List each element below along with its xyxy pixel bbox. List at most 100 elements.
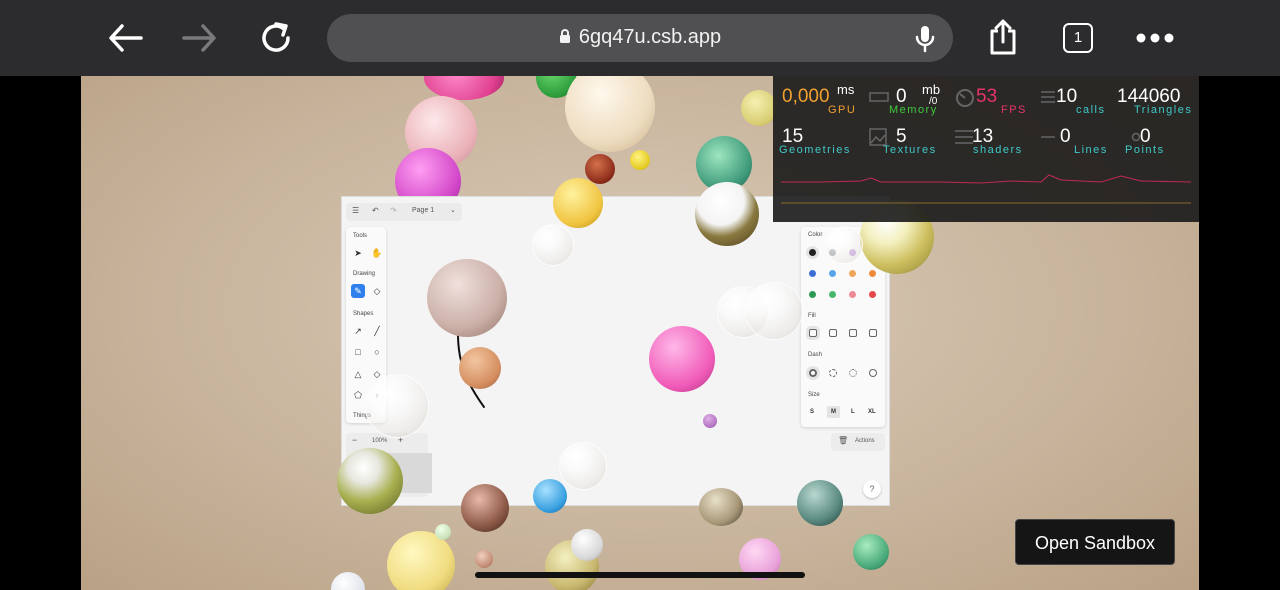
- points-label: Points: [1125, 144, 1165, 156]
- color-swatch[interactable]: [829, 291, 836, 298]
- size-option-m[interactable]: M: [827, 406, 840, 418]
- chevron-down-icon[interactable]: ⌄: [450, 206, 456, 214]
- sphere: [427, 259, 507, 337]
- color-section-label: Color: [808, 232, 823, 238]
- sphere: [630, 150, 650, 170]
- sphere: [331, 572, 365, 590]
- memory-icon: [869, 92, 889, 102]
- fill-pattern-option[interactable]: [869, 329, 877, 337]
- color-swatch[interactable]: [849, 270, 856, 277]
- browser-toolbar: 6gq47u.csb.app 1: [0, 0, 1280, 76]
- color-swatch[interactable]: [849, 291, 856, 298]
- tools-section-label: Tools: [353, 233, 368, 239]
- sphere: [853, 534, 889, 570]
- lines-value: 0: [1060, 126, 1071, 147]
- fill-solid-option[interactable]: [849, 329, 857, 337]
- glass-bubble: [559, 442, 607, 490]
- memory-unit: mb: [922, 82, 941, 97]
- sphere: [649, 326, 715, 392]
- size-section-label: Size: [808, 392, 820, 398]
- size-option-l[interactable]: L: [851, 409, 855, 415]
- size-option-s[interactable]: S: [810, 409, 814, 415]
- fill-section-label: Fill: [808, 313, 816, 319]
- triangles-label: Triangles: [1134, 104, 1193, 116]
- menu-icon[interactable]: ☰: [352, 206, 359, 215]
- hand-tool-icon[interactable]: ✋: [370, 246, 384, 260]
- color-swatch[interactable]: [809, 291, 816, 298]
- sphere: [741, 90, 777, 126]
- sphere: [565, 76, 655, 152]
- fps-gauge-icon: [956, 89, 974, 107]
- actions-button[interactable]: 🗑 Actions: [831, 433, 885, 451]
- tab-switcher-button[interactable]: 1: [1063, 23, 1093, 53]
- color-swatch[interactable]: [869, 270, 876, 277]
- zoom-level[interactable]: 100%: [372, 438, 387, 444]
- reload-button[interactable]: [254, 16, 298, 60]
- open-sandbox-button[interactable]: Open Sandbox: [1015, 519, 1175, 565]
- lines-icon: [1041, 136, 1055, 138]
- dash-section-label: Dash: [808, 352, 823, 358]
- pencil-tool-icon[interactable]: ✎: [351, 284, 365, 298]
- url-text: 6gq47u.csb.app: [578, 26, 722, 48]
- memory-label: Memory: [889, 104, 938, 116]
- color-swatch[interactable]: [809, 270, 816, 277]
- triangle-tool-icon[interactable]: △: [351, 367, 365, 381]
- forward-arrow-icon: [182, 24, 216, 52]
- sphere: [461, 484, 509, 532]
- gpu-label: GPU: [828, 104, 857, 116]
- fill-semi-option[interactable]: [829, 329, 837, 337]
- dash-dotted-option[interactable]: [849, 369, 857, 377]
- gpu-value: 0,000: [782, 86, 830, 107]
- dash-solid-option[interactable]: [869, 369, 877, 377]
- arrow-tool-icon[interactable]: ↗: [351, 324, 365, 338]
- help-button[interactable]: ?: [863, 480, 881, 498]
- microphone-icon[interactable]: [915, 25, 935, 53]
- eraser-tool-icon[interactable]: ◇: [370, 284, 384, 298]
- size-option-xl[interactable]: XL: [868, 409, 876, 415]
- performance-stats-panel: 0,000 ms GPU 0 mb /0 Memory 53 FPS 10 ca…: [773, 76, 1199, 222]
- glass-bubble: [745, 282, 803, 340]
- drawing-app-window[interactable]: ☰ ↶ ↷ Page 1 ⌄ Tools ➤ ✋ Drawing ✎ ◇ Sha…: [341, 196, 890, 506]
- lock-icon: [559, 29, 570, 43]
- sphere: [475, 550, 493, 568]
- geometries-label: Geometries: [779, 144, 851, 156]
- color-swatch[interactable]: [869, 291, 876, 298]
- glass-bubble: [825, 226, 863, 264]
- line-tool-icon[interactable]: ╱: [370, 324, 384, 338]
- fill-none-option[interactable]: [809, 329, 817, 337]
- undo-icon[interactable]: ↶: [372, 206, 379, 215]
- shaders-icon: [955, 130, 973, 144]
- select-tool-icon[interactable]: ➤: [351, 246, 365, 260]
- top-toolbar: ☰ ↶ ↷ Page 1 ⌄: [346, 203, 462, 221]
- trash-icon: 🗑: [838, 436, 849, 445]
- more-options-icon[interactable]: [1136, 31, 1174, 45]
- pentagon-tool-icon[interactable]: ⬠: [351, 388, 365, 402]
- sphere: [459, 347, 501, 389]
- sphere: [699, 488, 743, 526]
- page-selector[interactable]: Page 1: [412, 207, 434, 214]
- shaders-label: shaders: [973, 144, 1023, 156]
- gpu-unit: ms: [837, 82, 855, 97]
- address-bar[interactable]: 6gq47u.csb.app: [327, 14, 953, 62]
- dash-dashed-option[interactable]: [829, 369, 837, 377]
- glass-bubble: [365, 374, 429, 438]
- color-swatch[interactable]: [809, 249, 816, 256]
- shapes-section-label: Shapes: [353, 311, 374, 317]
- dash-draw-option[interactable]: [809, 369, 817, 377]
- actions-label: Actions: [855, 438, 875, 444]
- color-swatch[interactable]: [829, 270, 836, 277]
- rectangle-tool-icon[interactable]: □: [351, 345, 365, 359]
- textures-label: Textures: [883, 144, 937, 156]
- zoom-out-icon[interactable]: −: [352, 435, 357, 445]
- forward-button[interactable]: [178, 16, 222, 60]
- home-indicator: [475, 572, 805, 578]
- sphere: [387, 531, 455, 590]
- redo-icon[interactable]: ↷: [390, 206, 397, 215]
- sphere: [585, 154, 615, 184]
- share-icon[interactable]: [987, 18, 1019, 56]
- back-button[interactable]: [103, 16, 147, 60]
- ellipse-tool-icon[interactable]: ○: [370, 345, 384, 359]
- drawing-section-label: Drawing: [353, 271, 376, 277]
- fps-graph: [781, 174, 1191, 204]
- calls-label: calls: [1076, 104, 1106, 116]
